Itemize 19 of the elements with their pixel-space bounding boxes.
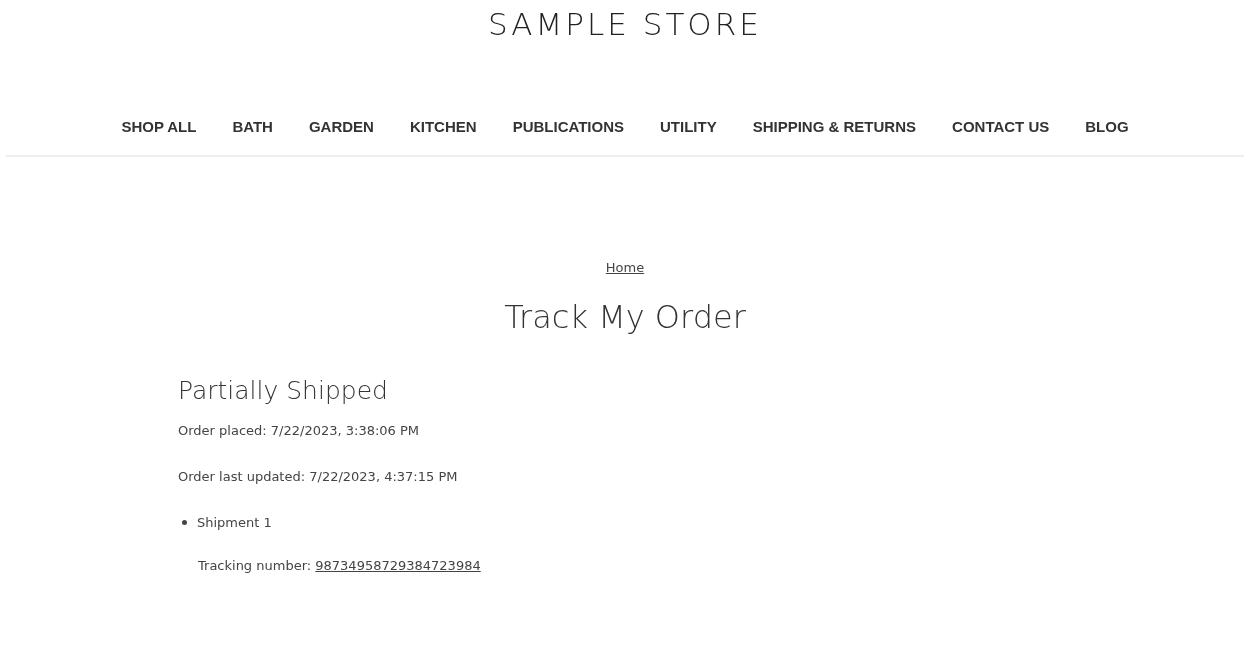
nav-link[interactable]: CONTACT US (952, 118, 1050, 135)
tracking-link[interactable]: 98734958729384723984 (315, 558, 481, 573)
order-status: Partially Shipped (178, 376, 389, 405)
nav-link[interactable]: SHIPPING & RETURNS (752, 118, 917, 135)
order-placed-text: Order placed: 7/22/2023, 3:38:06 PM (178, 423, 421, 438)
order-updated-text: Order last updated: 7/22/2023, 4:37:15 PM (178, 469, 459, 484)
shipment-name: Shipment 1 (197, 515, 272, 530)
store-logo[interactable]: SAMPLE STORE (488, 6, 762, 42)
nav-link[interactable]: GARDEN (308, 118, 374, 135)
nav-link[interactable]: UTILITY (660, 118, 717, 135)
breadcrumb-link[interactable]: Home (605, 260, 645, 275)
tracking-text: Tracking number: 98734958729384723984 (198, 558, 482, 573)
nav-link[interactable]: BLOG (1085, 118, 1129, 135)
page-title: Track My Order (503, 298, 747, 336)
nav-link[interactable]: SHOP ALL (121, 118, 197, 135)
nav-link[interactable]: PUBLICATIONS (512, 118, 624, 135)
nav-link[interactable]: KITCHEN (409, 118, 477, 135)
nav-link[interactable]: BATH (232, 118, 273, 135)
bullet-icon (182, 520, 187, 525)
